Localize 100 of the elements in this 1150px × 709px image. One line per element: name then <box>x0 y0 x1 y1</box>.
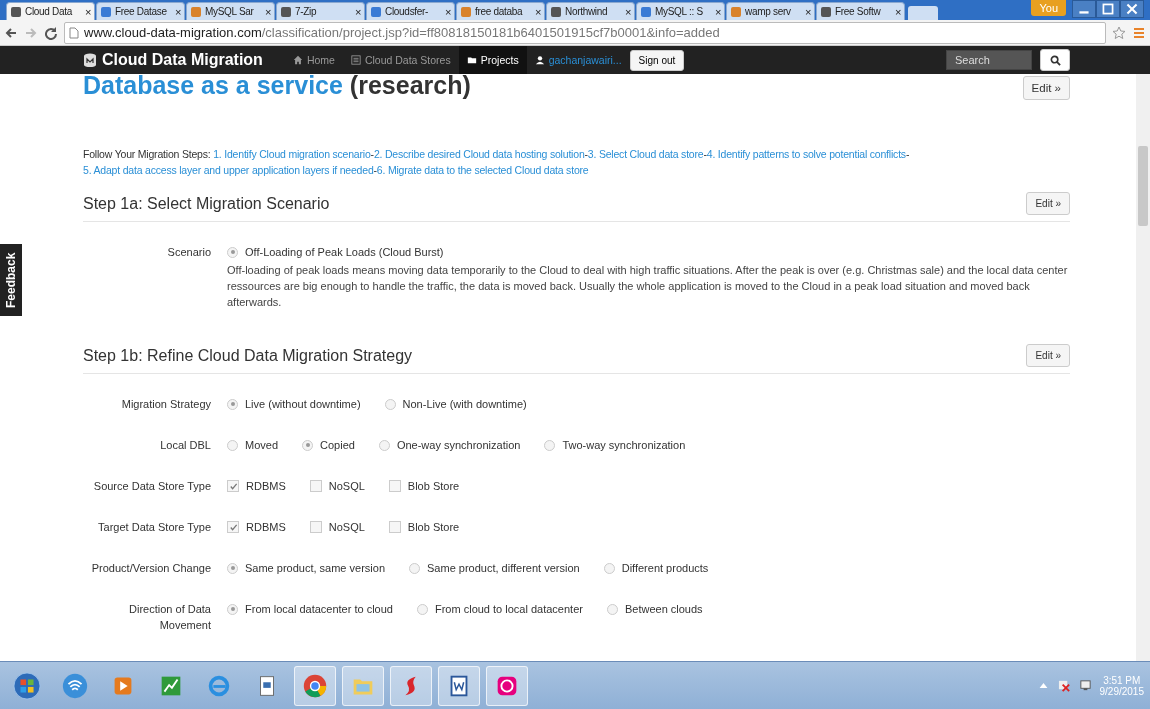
page-icon <box>10 5 22 18</box>
nav-link[interactable]: Cloud Data Stores <box>342 46 459 74</box>
radio-button[interactable] <box>227 562 238 574</box>
option-label: Two-way synchronization <box>562 438 686 453</box>
search-field[interactable]: Search <box>946 50 1032 70</box>
browser-tab[interactable]: 7-Zip × <box>276 2 365 20</box>
radio-button[interactable] <box>603 562 615 574</box>
scrollbar-thumb[interactable] <box>1138 146 1148 226</box>
checkbox[interactable] <box>388 521 401 533</box>
field-label: Local DBL <box>159 438 212 453</box>
radio-button[interactable] <box>227 246 238 258</box>
browser-tab[interactable]: Free Softw × <box>816 2 905 20</box>
step-link[interactable]: 3. Select Cloud data store <box>587 148 704 160</box>
radio-button[interactable] <box>227 603 238 615</box>
close-icon[interactable] <box>1120 0 1144 18</box>
search-icon <box>1049 54 1061 66</box>
brand-link[interactable]: Cloud Data Migration <box>83 51 263 69</box>
search-button[interactable] <box>1040 49 1070 71</box>
windows-logo-icon <box>13 671 41 700</box>
page-icon <box>460 5 472 18</box>
monitor-icon[interactable] <box>1078 679 1092 692</box>
menu-icon[interactable] <box>1132 25 1146 40</box>
taskbar-button[interactable] <box>294 665 336 706</box>
browser-tab[interactable]: wamp serv × <box>726 2 815 20</box>
page-icon <box>370 5 382 18</box>
option-label: From cloud to local datacenter <box>434 602 583 617</box>
page-icon <box>820 5 832 18</box>
edit-button[interactable]: Edit » <box>1026 344 1070 367</box>
radio-button[interactable] <box>227 439 238 451</box>
checkbox[interactable] <box>227 521 239 533</box>
edit-button[interactable]: Edit » <box>1022 76 1070 100</box>
page-title: Database as a service (research) <box>83 74 471 100</box>
browser-tab[interactable]: Free Datase × <box>96 2 185 20</box>
radio-button[interactable] <box>606 603 618 615</box>
minimize-icon[interactable] <box>1072 0 1096 18</box>
user-icon <box>534 55 545 65</box>
page-icon <box>730 5 742 18</box>
taskbar-button[interactable] <box>438 665 480 706</box>
option-label: Same product, same version <box>245 561 385 576</box>
database-icon <box>83 53 97 67</box>
option-label: RDBMS <box>246 479 286 494</box>
radio-button[interactable] <box>416 603 428 615</box>
browser-tab[interactable]: Cloud Data × <box>6 2 95 20</box>
radio-button[interactable] <box>544 439 556 451</box>
browser-tab[interactable]: MySQL Sar × <box>186 2 275 20</box>
radio-button[interactable] <box>302 439 314 451</box>
taskbar-button[interactable] <box>486 665 528 706</box>
step-link[interactable]: 5. Adapt data access layer and upper application layers if needed <box>83 164 374 176</box>
checkbox[interactable] <box>227 480 239 492</box>
browser-tab[interactable]: free databa × <box>456 2 545 20</box>
folder-icon <box>466 55 477 65</box>
option-label: NoSQL <box>328 479 365 494</box>
field-label: Scenario <box>166 245 212 260</box>
page-icon <box>550 5 562 18</box>
page-icon <box>280 5 292 18</box>
radio-button[interactable] <box>378 439 390 451</box>
nav-link[interactable]: Home <box>284 46 343 74</box>
home-icon <box>292 55 303 65</box>
browser-tab[interactable]: Cloudsfer- × <box>366 2 455 20</box>
wifi-icon[interactable] <box>61 671 89 700</box>
scenario-description: Off-loading of peak loads means moving data temporarily to the Cloud to deal with high traffic situations. After the peak is over (e.g. Christmas sale) and the local data center ressources are big enough to handle the traffic, the data is moved back. Usually the whole application is moved to the Cloud in a peak load situation and moved back afterwards. <box>227 263 1069 310</box>
migration-steps-text: Follow Your Migration Steps: 1. Identify Cloud migration scenario-2. Describe desired Cloud data hosting solution-3. Select Cloud data store-4. Identify patterns to solve potential conflicts- 5. Adapt data access layer and upper application layers if needed-6. Migrate data to the selected Cloud data store <box>83 147 911 178</box>
field-label: Product/Version Change <box>90 561 212 576</box>
star-icon[interactable] <box>1112 25 1126 40</box>
feedback-tab[interactable]: Feedback <box>0 244 22 316</box>
checkbox[interactable] <box>388 480 401 492</box>
radio-button[interactable] <box>384 398 396 410</box>
radio-button[interactable] <box>409 562 420 574</box>
edit-button[interactable]: Edit » <box>1026 192 1070 215</box>
page-icon <box>69 26 79 39</box>
page-icon <box>640 5 652 18</box>
option-label: Moved <box>245 438 279 453</box>
radio-button[interactable] <box>227 398 238 410</box>
field-label: Direction of Data Movement <box>128 602 212 633</box>
clock-date: 9/29/2015 <box>1099 685 1144 697</box>
option-label: One-way synchronization <box>396 438 521 453</box>
option-label: Same product, different version <box>427 561 580 576</box>
option-label: Blob Store <box>407 520 460 535</box>
option-label: Live (without downtime) <box>245 397 361 412</box>
option-label: From local datacenter to cloud <box>245 602 393 617</box>
address-field[interactable]: www.cloud-data-migration.com/classification/project.jsp?id=ff80818150181b6401501915cf7b0001&info=added <box>64 21 1106 44</box>
option-label: Copied <box>320 438 355 453</box>
checkbox[interactable] <box>309 521 322 533</box>
reload-icon[interactable] <box>44 25 58 40</box>
browser-tab[interactable]: Northwind × <box>546 2 635 20</box>
field-label: Migration Strategy <box>120 397 212 412</box>
browser-tab[interactable]: MySQL :: S × <box>636 2 725 20</box>
back-icon[interactable] <box>4 25 18 40</box>
forward-icon[interactable] <box>24 25 38 40</box>
checkbox[interactable] <box>309 480 322 492</box>
option-label: RDBMS <box>246 520 286 535</box>
maximize-icon[interactable] <box>1096 0 1120 18</box>
nav-link[interactable]: Projects <box>458 46 527 74</box>
network-icon[interactable] <box>1057 679 1071 692</box>
step-link[interactable]: 4. Identify patterns to solve potential conflicts <box>706 148 906 160</box>
user-link[interactable]: gachanjawairi... <box>526 54 630 66</box>
sign-out-button[interactable]: Sign out <box>629 49 685 71</box>
step-link[interactable]: 2. Describe desired Cloud data hosting solution <box>373 148 585 160</box>
step-link[interactable]: 1. Identify Cloud migration scenario <box>213 148 371 160</box>
taskbar-button[interactable] <box>390 665 432 706</box>
